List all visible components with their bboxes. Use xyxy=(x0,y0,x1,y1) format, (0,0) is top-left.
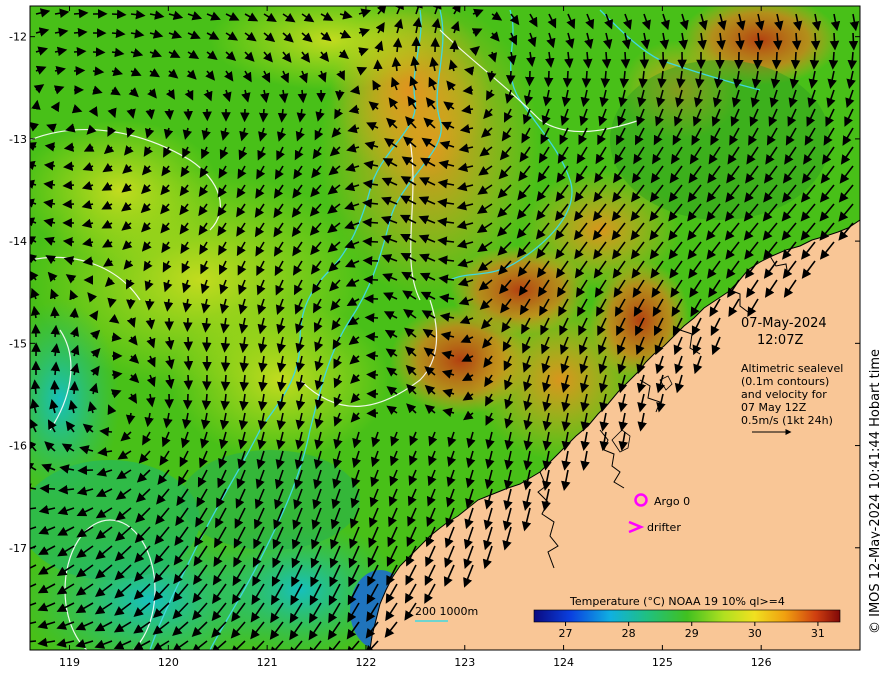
colorbar-tick-label: 27 xyxy=(559,627,573,640)
velocity-arrow xyxy=(77,465,94,476)
velocity-arrow xyxy=(126,298,136,310)
lon-tick-label: 120 xyxy=(158,656,179,669)
velocity-arrow xyxy=(73,8,89,19)
velocity-arrow xyxy=(39,483,56,494)
velocity-arrow xyxy=(50,324,61,338)
drifter-label: drifter xyxy=(647,521,681,534)
velocity-arrow xyxy=(362,255,379,266)
lat-tick-label: -15 xyxy=(9,337,27,350)
velocity-arrow xyxy=(111,28,126,39)
velocity-arrow xyxy=(828,51,839,70)
velocity-arrow xyxy=(183,108,193,121)
argo-label: Argo 0 xyxy=(654,495,690,508)
velocity-arrow xyxy=(183,336,194,352)
velocity-arrow xyxy=(581,70,592,88)
velocity-arrow xyxy=(63,161,75,171)
velocity-arrow xyxy=(99,426,113,437)
colorbar-tick-label: 30 xyxy=(748,627,762,640)
lon-tick-label: 126 xyxy=(751,656,772,669)
velocity-arrow xyxy=(362,236,379,247)
lon-tick-label: 119 xyxy=(59,656,80,669)
velocity-arrow xyxy=(363,274,379,285)
velocity-arrow xyxy=(73,47,87,57)
velocity-arrow xyxy=(258,108,269,123)
velocity-arrow xyxy=(462,85,474,95)
lat-tick-label: -16 xyxy=(9,440,27,453)
lon-tick-label: 123 xyxy=(454,656,475,669)
velocity-arrow xyxy=(50,361,61,376)
velocity-arrow xyxy=(50,379,60,395)
velocity-arrow xyxy=(562,70,573,88)
velocity-arrow xyxy=(364,313,379,323)
velocity-arrow xyxy=(752,51,763,70)
velocity-arrow xyxy=(92,66,105,76)
velocity-arrow xyxy=(297,89,308,104)
velocity-arrow xyxy=(220,355,231,373)
velocity-arrow xyxy=(810,32,821,51)
velocity-arrow xyxy=(524,70,535,87)
velocity-arrow xyxy=(50,306,60,319)
lon-tick-label: 121 xyxy=(257,656,278,669)
velocity-arrow xyxy=(43,179,56,190)
credit-text: © IMOS 12-May-2024 10:41:44 Hobart time xyxy=(868,349,880,634)
velocity-arrow xyxy=(505,70,516,85)
colorbar-tick-label: 29 xyxy=(685,627,699,640)
velocity-arrow xyxy=(182,317,193,332)
velocity-arrow xyxy=(183,355,194,371)
sst-map: 119 120 121 122 123 124 125 126 -12 -13 -14 -15 -16… xyxy=(9,5,880,669)
lat-tick-label: -13 xyxy=(9,133,27,146)
lon-tick-label: 122 xyxy=(355,656,376,669)
lon-tick-label: 124 xyxy=(553,656,574,669)
velocity-arrow xyxy=(220,374,231,392)
velocity-arrow xyxy=(639,51,650,70)
velocity-arrow xyxy=(366,370,379,380)
info-line-4: 07 May 12Z xyxy=(741,401,807,414)
info-line-1: Altimetric sealevel xyxy=(741,362,843,375)
velocity-arrow xyxy=(829,32,840,51)
velocity-arrow xyxy=(69,307,79,319)
bathy-legend-label: 200 1000m xyxy=(415,605,478,618)
date-label: 07-May-2024 xyxy=(741,316,827,331)
info-line-3: and velocity for xyxy=(741,388,827,401)
velocity-arrow xyxy=(449,39,460,53)
velocity-arrow xyxy=(31,99,41,110)
velocity-arrow xyxy=(809,51,820,70)
info-line-2: (0.1m contours) xyxy=(741,375,829,388)
info-line-5: 0.5m/s (1kt 24h) xyxy=(741,414,833,427)
velocity-arrow xyxy=(73,27,88,38)
velocity-arrow xyxy=(335,89,345,101)
velocity-arrow xyxy=(848,32,859,51)
lat-tick-label: -12 xyxy=(9,31,27,44)
lon-tick-label: 125 xyxy=(652,656,673,669)
velocity-arrow xyxy=(601,51,612,69)
velocity-arrow xyxy=(365,351,379,361)
velocity-arrow xyxy=(164,108,174,121)
velocity-arrow xyxy=(620,51,631,69)
velocity-arrow xyxy=(201,336,212,353)
velocity-arrow xyxy=(62,199,75,209)
velocity-arrow xyxy=(62,180,75,190)
colorbar-tick-label: 31 xyxy=(811,627,825,640)
velocity-arrow xyxy=(365,332,379,342)
velocity-arrow xyxy=(543,70,554,88)
velocity-arrow xyxy=(111,9,127,20)
velocity-arrow xyxy=(790,51,801,70)
velocity-arrow xyxy=(69,380,80,395)
velocity-arrow xyxy=(62,237,75,247)
lat-tick-label: -14 xyxy=(9,235,27,248)
velocity-arrow xyxy=(183,374,194,391)
lat-tick-label: -17 xyxy=(9,542,27,555)
colorbar-tick-label: 28 xyxy=(622,627,636,640)
velocity-arrow xyxy=(362,217,379,228)
velocity-arrow xyxy=(144,298,155,311)
velocity-arrow xyxy=(771,51,782,70)
velocity-arrow xyxy=(182,393,193,410)
velocity-arrow xyxy=(73,66,86,76)
colorbar xyxy=(533,609,841,623)
velocity-arrow xyxy=(43,161,56,171)
colorbar-title: Temperature (°C) NOAA 19 10% ql>=4 xyxy=(569,595,785,608)
time-label: 12:07Z xyxy=(757,333,803,348)
